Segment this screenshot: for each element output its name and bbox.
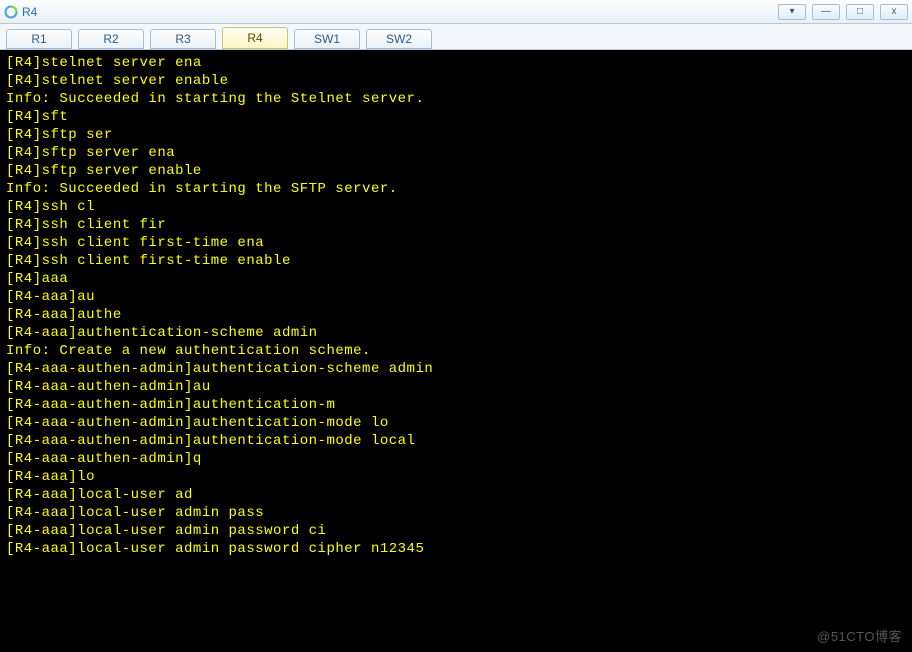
scrollbar[interactable] <box>904 50 912 652</box>
terminal-line: [R4-aaa]local-user admin password cipher… <box>6 540 906 558</box>
close-button[interactable]: x <box>880 4 908 20</box>
window-title: R4 <box>22 5 37 19</box>
tab-label: R2 <box>103 32 118 46</box>
terminal-line: [R4]sftp ser <box>6 126 906 144</box>
terminal-line: Info: Create a new authentication scheme… <box>6 342 906 360</box>
terminal-line: Info: Succeeded in starting the Stelnet … <box>6 90 906 108</box>
tab-label: R1 <box>31 32 46 46</box>
terminal-line: [R4]stelnet server enable <box>6 72 906 90</box>
dropdown-button[interactable]: ▾ <box>778 4 806 20</box>
tab-label: R3 <box>175 32 190 46</box>
terminal-line: Info: Succeeded in starting the SFTP ser… <box>6 180 906 198</box>
terminal-line: [R4-aaa]au <box>6 288 906 306</box>
chevron-down-icon: ▾ <box>789 6 794 17</box>
terminal-line: [R4-aaa-authen-admin]authentication-m <box>6 396 906 414</box>
tab-label: SW1 <box>314 32 340 46</box>
close-icon: x <box>892 6 897 17</box>
tab-r4[interactable]: R4 <box>222 27 288 49</box>
maximize-button[interactable]: □ <box>846 4 874 20</box>
terminal-line: [R4]sftp server enable <box>6 162 906 180</box>
terminal-line: [R4]ssh client fir <box>6 216 906 234</box>
terminal-line: [R4-aaa]local-user admin pass <box>6 504 906 522</box>
terminal-line: [R4-aaa-authen-admin]authentication-mode… <box>6 414 906 432</box>
terminal-line: [R4-aaa]authentication-scheme admin <box>6 324 906 342</box>
tab-sw1[interactable]: SW1 <box>294 29 360 49</box>
minimize-icon: — <box>821 6 831 17</box>
terminal-line: [R4]ssh cl <box>6 198 906 216</box>
terminal-line: [R4-aaa-authen-admin]authentication-sche… <box>6 360 906 378</box>
tab-label: SW2 <box>386 32 412 46</box>
terminal-line: [R4]sft <box>6 108 906 126</box>
terminal-line: [R4-aaa]local-user admin password ci <box>6 522 906 540</box>
terminal-line: [R4]sftp server ena <box>6 144 906 162</box>
terminal-line: [R4-aaa]local-user ad <box>6 486 906 504</box>
tabbar: R1 R2 R3 R4 SW1 SW2 <box>0 24 912 50</box>
tab-r1[interactable]: R1 <box>6 29 72 49</box>
terminal-line: [R4-aaa-authen-admin]au <box>6 378 906 396</box>
watermark: @51CTO博客 <box>817 628 902 646</box>
terminal-line: [R4]ssh client first-time enable <box>6 252 906 270</box>
app-window: R4 ▾ — □ x R1 R2 R3 R4 SW1 SW2 [R4]stelnet se… <box>0 0 912 652</box>
terminal-line: [R4-aaa-authen-admin]authentication-mode… <box>6 432 906 450</box>
terminal-output[interactable]: [R4]stelnet server ena[R4]stelnet server… <box>0 50 912 652</box>
maximize-icon: □ <box>857 6 863 17</box>
terminal-line: [R4-aaa]lo <box>6 468 906 486</box>
minimize-button[interactable]: — <box>812 4 840 20</box>
terminal-line: [R4]aaa <box>6 270 906 288</box>
titlebar[interactable]: R4 ▾ — □ x <box>0 0 912 24</box>
terminal-line: [R4-aaa]authe <box>6 306 906 324</box>
tab-r2[interactable]: R2 <box>78 29 144 49</box>
tab-r3[interactable]: R3 <box>150 29 216 49</box>
terminal-line: [R4-aaa-authen-admin]q <box>6 450 906 468</box>
tab-label: R4 <box>247 31 262 45</box>
terminal-line: [R4]ssh client first-time ena <box>6 234 906 252</box>
tab-sw2[interactable]: SW2 <box>366 29 432 49</box>
app-icon <box>4 5 18 19</box>
terminal-line: [R4]stelnet server ena <box>6 54 906 72</box>
window-controls: ▾ — □ x <box>778 4 908 20</box>
